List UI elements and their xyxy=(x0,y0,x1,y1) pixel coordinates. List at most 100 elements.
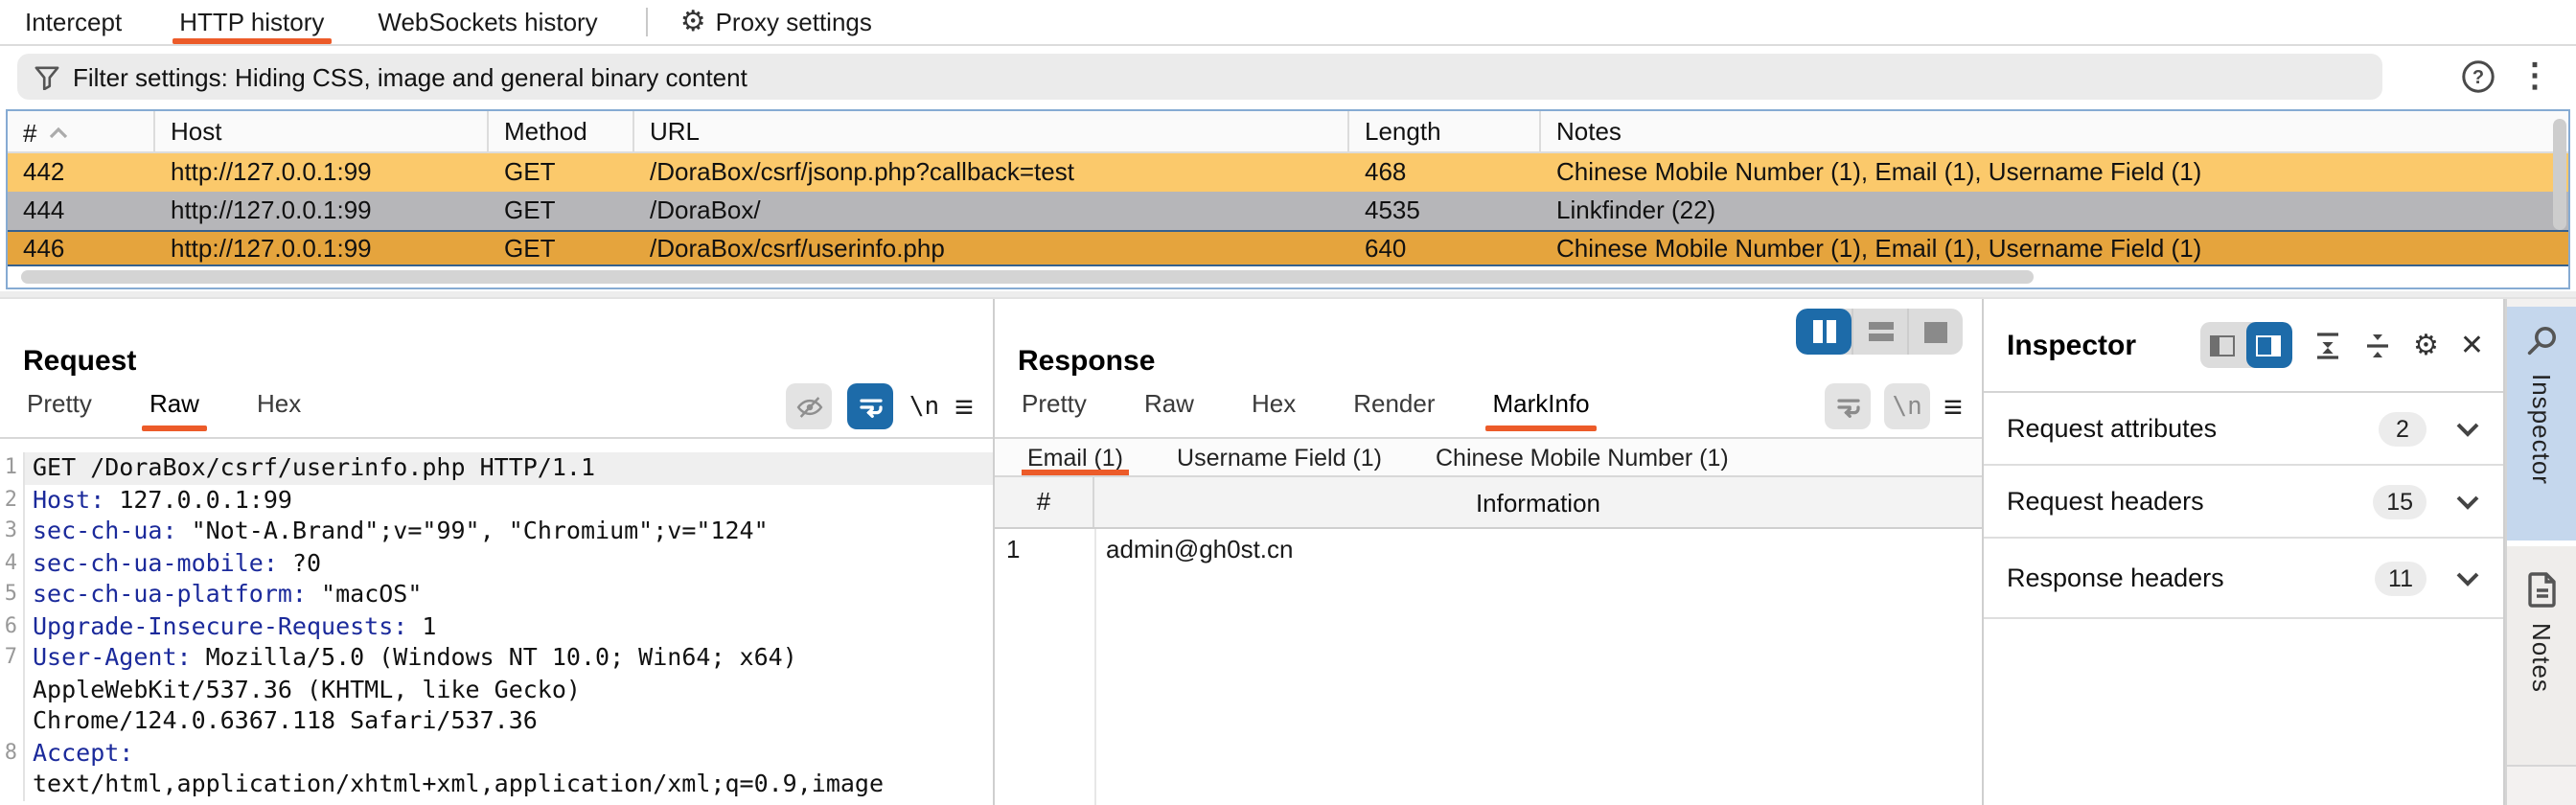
markinfo-row[interactable]: 1 admin@gh0st.cn xyxy=(995,529,1982,567)
dock-right-button[interactable] xyxy=(2246,322,2292,368)
response-tab-pretty[interactable]: Pretty xyxy=(1018,389,1091,431)
subtab-email[interactable]: Email (1) xyxy=(1027,439,1123,475)
tab-websockets-history[interactable]: WebSockets history xyxy=(368,0,607,44)
inspector-header: Inspector ⚙ ✕ xyxy=(1984,299,2503,393)
request-line: 6Upgrade-Insecure-Requests: 1 xyxy=(0,610,993,642)
show-newlines-toggle[interactable]: \n xyxy=(909,392,939,421)
vertical-scrollbar[interactable] xyxy=(2553,119,2566,230)
section-request-attributes[interactable]: Request attributes 2 xyxy=(1984,393,2503,466)
response-toolbar: \n ≡ xyxy=(1825,383,1963,429)
inspector-title: Inspector xyxy=(2007,330,2136,362)
subtab-chinese-mobile-number[interactable]: Chinese Mobile Number (1) xyxy=(1436,439,1729,475)
request-line: 4sec-ch-ua-mobile: ?0 xyxy=(0,547,993,579)
count-badge: 11 xyxy=(2375,561,2426,595)
editor-layout-toggles xyxy=(1796,309,1963,355)
gear-icon: ⚙ xyxy=(680,8,706,36)
table-row[interactable]: 442 http://127.0.0.1:99 GET /DoraBox/csr… xyxy=(8,153,2568,192)
funnel-icon xyxy=(34,64,59,89)
message-editor-area: Request Pretty Raw Hex \n ≡ 1GET /DoraBo… xyxy=(0,297,2576,805)
markinfo-table-header: # Information xyxy=(995,477,1982,529)
word-wrap-icon xyxy=(857,392,886,421)
filter-settings-label: Filter settings: Hiding CSS, image and g… xyxy=(73,62,748,91)
word-wrap-toggle[interactable] xyxy=(1825,383,1871,429)
kebab-menu-icon[interactable]: ⋮ xyxy=(2518,54,2551,100)
layout-columns-button[interactable] xyxy=(1796,309,1852,355)
request-line: 3sec-ch-ua: "Not-A.Brand";v="99", "Chrom… xyxy=(0,516,993,547)
word-wrap-toggle[interactable] xyxy=(848,383,894,429)
rows-layout-icon xyxy=(1868,322,1893,341)
response-tab-markinfo[interactable]: MarkInfo xyxy=(1489,389,1594,431)
strip-tab-inspector[interactable]: Inspector xyxy=(2507,307,2576,540)
layout-single-button[interactable] xyxy=(1907,309,1963,355)
column-header-length[interactable]: Length xyxy=(1349,111,1541,153)
request-line: text/html,application/xhtml+xml,applicat… xyxy=(0,769,993,800)
help-icon[interactable]: ? xyxy=(2461,59,2496,104)
request-line: 8Accept: xyxy=(0,737,993,769)
request-line: AppleWebKit/537.36 (KHTML, like Gecko) xyxy=(0,674,993,705)
column-header-num[interactable]: # xyxy=(8,111,155,153)
response-tab-render[interactable]: Render xyxy=(1349,389,1438,431)
section-request-headers[interactable]: Request headers 15 xyxy=(1984,466,2503,539)
side-tab-strip: Inspector Notes xyxy=(2505,299,2576,805)
request-toolbar: \n ≡ xyxy=(787,383,974,429)
request-line: Chrome/124.0.6367.118 Safari/537.36 xyxy=(0,705,993,737)
layout-rows-button[interactable] xyxy=(1852,309,1907,355)
dock-left-icon xyxy=(2211,334,2236,356)
strip-tab-notes[interactable]: Notes xyxy=(2507,540,2576,767)
expand-all-icon[interactable] xyxy=(2313,331,2342,359)
horizontal-scrollbar[interactable] xyxy=(21,270,2034,284)
column-header-method[interactable]: Method xyxy=(489,111,634,153)
chevron-down-icon xyxy=(2455,494,2480,509)
inspector-settings-icon[interactable]: ⚙ xyxy=(2413,331,2439,359)
tab-intercept[interactable]: Intercept xyxy=(15,0,131,44)
inspector-dock-toggles xyxy=(2200,322,2292,368)
tab-proxy-settings[interactable]: ⚙ Proxy settings xyxy=(671,0,882,44)
request-title: Request xyxy=(23,345,136,378)
request-menu-icon[interactable]: ≡ xyxy=(954,390,974,423)
chevron-down-icon xyxy=(2455,570,2480,586)
request-panel: Request Pretty Raw Hex \n ≡ 1GET /DoraBo… xyxy=(0,299,995,805)
dock-left-button[interactable] xyxy=(2200,322,2246,368)
column-header-url[interactable]: URL xyxy=(634,111,1349,153)
inspector-toolbar: ⚙ ✕ xyxy=(2200,322,2484,368)
filter-settings-bar[interactable]: Filter settings: Hiding CSS, image and g… xyxy=(17,54,2382,100)
column-header-host[interactable]: Host xyxy=(155,111,489,153)
column-header-notes[interactable]: Notes xyxy=(1541,111,2568,153)
filter-row: Filter settings: Hiding CSS, image and g… xyxy=(0,46,2576,107)
response-tab-hex[interactable]: Hex xyxy=(1248,389,1300,431)
svg-text:?: ? xyxy=(2472,67,2484,88)
table-row[interactable]: 444 http://127.0.0.1:99 GET /DoraBox/ 45… xyxy=(8,192,2568,230)
request-tab-raw[interactable]: Raw xyxy=(146,389,203,431)
chevron-down-icon xyxy=(2455,421,2480,436)
tab-http-history[interactable]: HTTP history xyxy=(170,0,334,44)
section-response-headers[interactable]: Response headers 11 xyxy=(1984,539,2503,619)
inspector-sections: Request attributes 2 Request headers 15 … xyxy=(1984,393,2503,619)
eye-slash-icon xyxy=(795,392,824,421)
inspector-panel: Inspector ⚙ ✕ Request attributes 2 xyxy=(1984,299,2505,805)
request-tab-hex[interactable]: Hex xyxy=(253,389,305,431)
markinfo-table: # Information 1 admin@gh0st.cn xyxy=(995,477,1982,805)
response-tab-raw[interactable]: Raw xyxy=(1140,389,1198,431)
request-editor[interactable]: 1GET /DoraBox/csrf/userinfo.php HTTP/1.1… xyxy=(0,437,993,805)
markinfo-subtabs: Email (1) Username Field (1) Chinese Mob… xyxy=(995,437,1982,477)
table-row-selected[interactable]: 446 http://127.0.0.1:99 GET /DoraBox/csr… xyxy=(8,230,2568,266)
collapse-all-icon[interactable] xyxy=(2363,331,2392,359)
burp-proxy-window: Intercept HTTP history WebSockets histor… xyxy=(0,0,2576,805)
hide-deleted-toggle[interactable] xyxy=(787,383,833,429)
sort-asc-icon xyxy=(48,126,69,139)
response-title: Response xyxy=(1018,345,1155,378)
count-badge: 15 xyxy=(2373,484,2426,518)
table-header-row: # Host Method URL Length Notes xyxy=(8,111,2568,153)
inspector-close-icon[interactable]: ✕ xyxy=(2460,328,2484,362)
dock-right-icon xyxy=(2257,334,2282,356)
show-newlines-toggle[interactable]: \n xyxy=(1884,383,1930,429)
markinfo-column-num: # xyxy=(995,477,1094,527)
subtab-username-field[interactable]: Username Field (1) xyxy=(1177,439,1382,475)
tab-separator xyxy=(646,8,648,36)
request-tab-pretty[interactable]: Pretty xyxy=(23,389,96,431)
single-layout-icon xyxy=(1924,321,1947,342)
notes-document-icon xyxy=(2525,571,2558,608)
count-badge: 2 xyxy=(2379,411,2426,446)
response-menu-icon[interactable]: ≡ xyxy=(1944,390,1963,423)
word-wrap-icon xyxy=(1833,392,1862,421)
